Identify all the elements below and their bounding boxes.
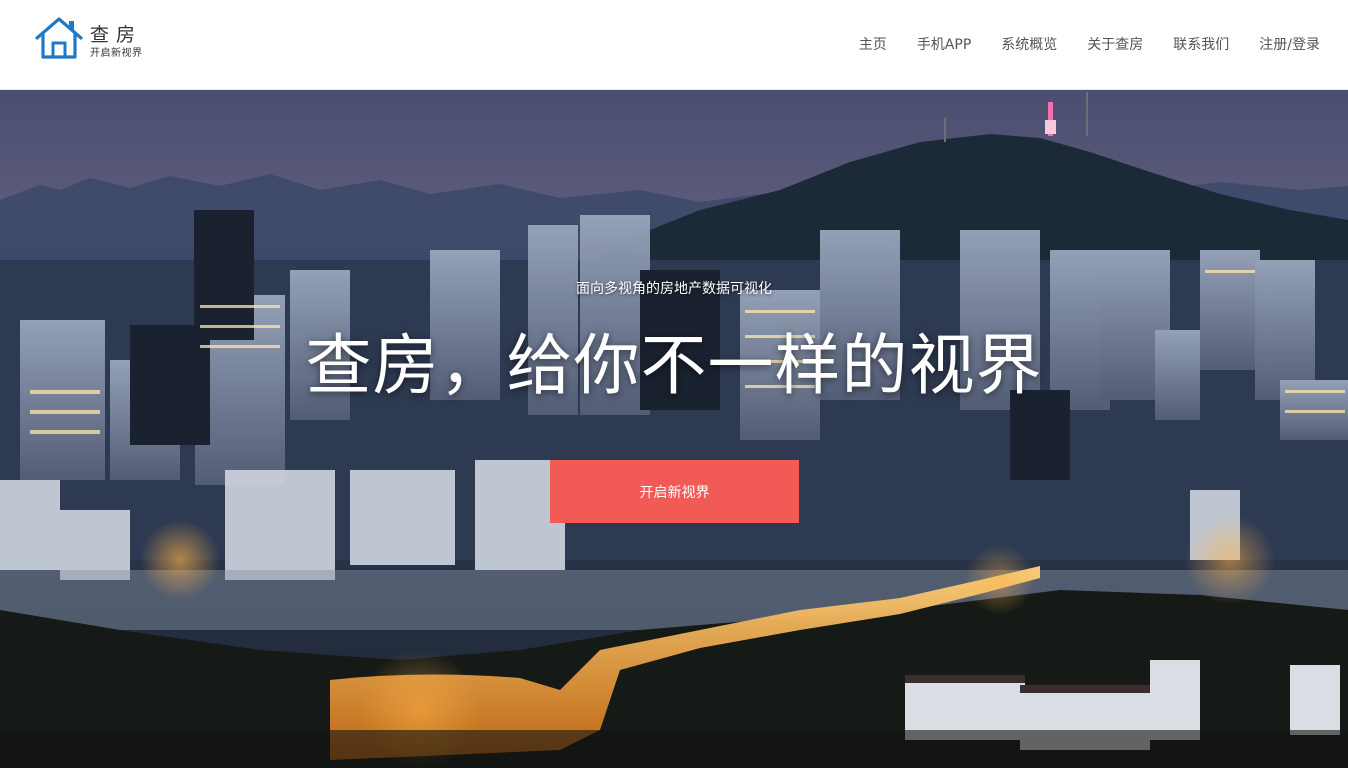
site-header: 查房 开启新视界 主页 手机APP 系统概览 关于查房 联系我们 注册/登录 bbox=[0, 0, 1348, 90]
hero-title: 查房，给你不一样的视界 bbox=[305, 327, 1043, 404]
logo-title: 查房 bbox=[90, 24, 143, 46]
main-nav: 主页 手机APP 系统概览 关于查房 联系我们 注册/登录 bbox=[829, 34, 1320, 54]
start-new-view-button[interactable]: 开启新视界 bbox=[550, 460, 799, 523]
logo[interactable]: 查房 开启新视界 bbox=[34, 16, 164, 62]
house-icon bbox=[35, 17, 83, 59]
nav-item-mobile-app[interactable]: 手机APP bbox=[917, 34, 971, 54]
hero-banner: 面向多视角的房地产数据可视化 查房，给你不一样的视界 开启新视界 bbox=[0, 90, 1348, 768]
nav-item-home[interactable]: 主页 bbox=[859, 34, 887, 54]
night-city-skyline-image bbox=[0, 90, 1348, 768]
logo-subtitle: 开启新视界 bbox=[90, 48, 143, 59]
nav-item-about[interactable]: 关于查房 bbox=[1087, 34, 1143, 54]
nav-item-contact[interactable]: 联系我们 bbox=[1173, 34, 1229, 54]
hero-subtitle: 面向多视角的房地产数据可视化 bbox=[576, 281, 772, 297]
nav-item-system-overview[interactable]: 系统概览 bbox=[1001, 34, 1057, 54]
nav-item-register-login[interactable]: 注册/登录 bbox=[1259, 34, 1320, 54]
